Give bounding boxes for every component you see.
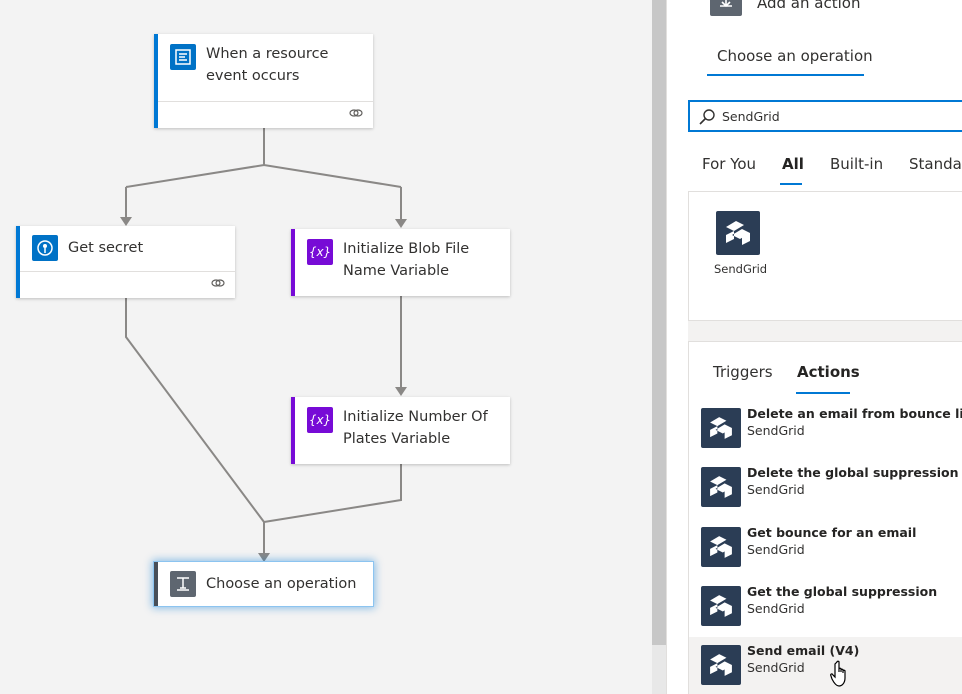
filter-tab-all[interactable]: All xyxy=(782,155,804,173)
hand-cursor-icon xyxy=(830,660,846,687)
sub-tab-underline xyxy=(796,392,850,394)
action-get-global-suppression[interactable]: Get the global suppression SendGrid xyxy=(701,584,962,640)
link-icon xyxy=(211,274,225,293)
trigger-title: When a resource event occurs xyxy=(206,46,329,84)
action-delete-bounce[interactable]: Delete an email from bounce list SendGri… xyxy=(701,406,962,462)
sendgrid-connector[interactable]: SendGrid xyxy=(699,206,779,276)
event-grid-icon xyxy=(170,44,196,70)
filter-tab-standard[interactable]: Standard xyxy=(909,155,962,173)
add-action-panel: Add an action Choose an operation For Yo… xyxy=(666,0,962,694)
sendgrid-icon xyxy=(701,645,741,685)
action-title: Get the global suppression xyxy=(747,584,938,599)
sub-tab-triggers[interactable]: Triggers xyxy=(713,363,773,381)
panel-header: Add an action xyxy=(757,0,861,12)
filter-tab-underline xyxy=(780,183,802,185)
tab-underline xyxy=(707,74,864,76)
link-icon xyxy=(349,104,363,123)
init-blob-title: Initialize Blob File Name Variable xyxy=(343,241,470,279)
search-input[interactable] xyxy=(722,106,962,126)
choose-operation-title: Choose an operation xyxy=(206,576,357,592)
connector-box: SendGrid xyxy=(688,191,962,321)
scrollbar-thumb[interactable] xyxy=(652,0,666,645)
init-plates-title: Initialize Number Of Plates Variable xyxy=(343,409,488,447)
sendgrid-connector-label: SendGrid xyxy=(714,262,768,276)
action-title: Delete the global suppression xyxy=(747,465,959,480)
filter-tab-for-you[interactable]: For You xyxy=(702,155,756,173)
get-secret-card[interactable]: Get secret xyxy=(16,226,235,298)
action-connector: SendGrid xyxy=(747,601,805,616)
operation-icon xyxy=(170,571,196,597)
action-delete-global-suppression[interactable]: Delete the global suppression SendGrid xyxy=(701,465,962,521)
sendgrid-icon xyxy=(701,527,741,567)
variable-icon: {x} xyxy=(307,239,333,265)
action-title: Get bounce for an email xyxy=(747,525,917,540)
canvas-scrollbar[interactable] xyxy=(652,0,666,694)
tab-choose-operation[interactable]: Choose an operation xyxy=(717,47,873,65)
action-get-bounce[interactable]: Get bounce for an email SendGrid xyxy=(701,525,962,581)
filter-tab-built-in[interactable]: Built-in xyxy=(830,155,883,173)
add-action-icon xyxy=(710,0,742,16)
sendgrid-icon xyxy=(716,211,760,255)
variable-icon: {x} xyxy=(307,407,333,433)
action-title: Send email (V4) xyxy=(747,643,860,658)
search-box[interactable] xyxy=(688,100,962,132)
section-divider xyxy=(688,321,962,342)
sendgrid-icon xyxy=(701,586,741,626)
choose-operation-card[interactable]: Choose an operation xyxy=(154,562,373,606)
action-connector: SendGrid xyxy=(747,482,805,497)
get-secret-title: Get secret xyxy=(68,240,144,256)
action-connector: SendGrid xyxy=(747,542,805,557)
sendgrid-icon xyxy=(701,467,741,507)
search-icon xyxy=(699,109,715,125)
sendgrid-icon xyxy=(701,408,741,448)
action-connector: SendGrid xyxy=(747,423,805,438)
init-blob-card[interactable]: {x} Initialize Blob File Name Variable xyxy=(291,229,510,296)
action-title: Delete an email from bounce list xyxy=(747,406,962,421)
sub-tab-actions[interactable]: Actions xyxy=(797,363,860,381)
trigger-card[interactable]: When a resource event occurs xyxy=(154,34,373,128)
key-vault-icon xyxy=(32,235,58,261)
init-plates-card[interactable]: {x} Initialize Number Of Plates Variable xyxy=(291,397,510,464)
designer-canvas: When a resource event occurs Get secret … xyxy=(0,0,652,694)
